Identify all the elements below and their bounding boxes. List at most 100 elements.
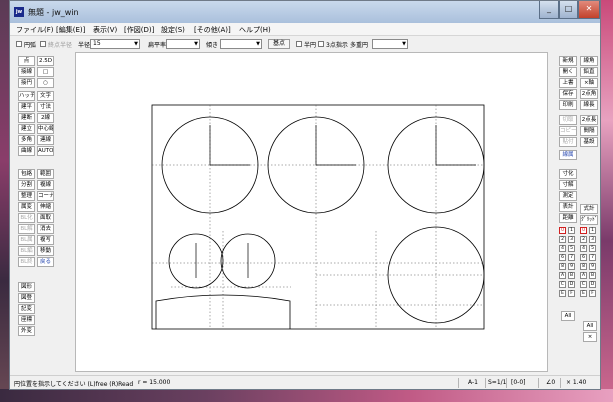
group-cell[interactable]: 4 [559,245,566,252]
group-cell[interactable]: A [559,272,566,279]
tool-button[interactable]: 戻る [37,257,54,267]
group-cell[interactable]: F [568,290,575,297]
tool-button[interactable]: 点 [18,56,35,66]
group-cell[interactable]: 9 [568,263,575,270]
tool-button[interactable]: 範囲 [37,169,54,179]
tool-button[interactable]: 図形 [18,282,35,292]
tool-button[interactable]: 距離 [559,213,577,223]
tool-button[interactable]: ○ [37,78,54,88]
tool-button[interactable]: 印刷 [559,100,577,110]
tool-button[interactable]: 開く [559,67,577,77]
tool-button[interactable]: 記変 [18,304,35,314]
tool-button[interactable]: BL編 [18,246,35,256]
layer-cell[interactable]: F [589,290,596,297]
tool-button[interactable]: 移動 [37,246,54,256]
tool-button[interactable]: 新規 [559,56,577,66]
tool-button[interactable]: 2点角 [580,89,598,99]
tool-button[interactable]: 線長 [580,100,598,110]
group-all-button[interactable]: All [561,311,575,321]
layer-cell[interactable]: A [580,272,587,279]
layer-cell[interactable]: 6 [580,254,587,261]
tool-button[interactable]: 基設 [580,137,598,147]
base-point-button[interactable]: 基点 [268,39,290,49]
end-radius-checkbox[interactable] [40,41,46,47]
tool-button[interactable]: 切取 [559,115,577,125]
tool-button[interactable]: 測定 [559,191,577,201]
close-button[interactable]: ✕ [578,1,600,19]
tool-button[interactable]: 包絡 [18,169,35,179]
menu-draw[interactable]: [作図(D)] [124,25,154,35]
tool-button[interactable]: 文字 [37,91,54,101]
layer-reset-button[interactable]: × [583,332,597,342]
tool-button[interactable]: 消去 [37,224,54,234]
multi-circle-combo[interactable]: ▼ [372,39,408,49]
group-cell[interactable]: 0 [559,227,566,234]
radius-combo[interactable]: 15 ▼ [90,39,140,49]
layer-cell[interactable]: B [589,272,596,279]
layer-cell[interactable]: E [580,290,587,297]
tool-button[interactable]: 整理 [18,191,35,201]
tool-button[interactable]: コーナー [37,191,54,201]
tool-button[interactable]: 建立 [18,124,35,134]
tool-button[interactable]: 外変 [18,326,35,336]
arc-checkbox[interactable] [16,41,22,47]
menu-other[interactable]: [その他(A)] [194,25,231,35]
tool-button[interactable]: 接線 [18,67,35,77]
layer-cell[interactable]: 8 [580,263,587,270]
tool-button[interactable]: 建平 [18,102,35,112]
minimize-button[interactable]: _ [539,1,559,19]
menu-view[interactable]: 表示(V) [93,25,117,35]
group-cell[interactable]: 6 [559,254,566,261]
tool-button[interactable]: 2線 [37,113,54,123]
group-cell[interactable]: B [568,272,575,279]
tool-button[interactable]: 上書 [559,78,577,88]
tool-button[interactable]: 属変 [18,202,35,212]
tool-button[interactable]: AUTO [37,146,54,156]
angle-readout[interactable]: ∠0 [546,379,555,386]
layer-cell[interactable]: 1 [589,227,596,234]
drawing-canvas[interactable] [75,52,548,372]
tool-button[interactable]: 多角 [18,135,35,145]
tool-button[interactable]: 図登 [18,293,35,303]
half-circle-checkbox[interactable] [296,41,302,47]
group-cell[interactable]: 7 [568,254,575,261]
menu-settings[interactable]: 設定(S) [161,25,185,35]
tool-button[interactable]: 曲線 [18,146,35,156]
tilt-combo[interactable]: ▼ [220,39,262,49]
tool-button[interactable]: 寸化 [559,169,577,179]
layer-all-button[interactable]: All [583,321,597,331]
layer-cell[interactable]: 5 [589,245,596,252]
tool-button[interactable]: BL化 [18,213,35,223]
tool-button[interactable]: 複写 [37,235,54,245]
tool-button[interactable]: 連線 [37,135,54,145]
layer-cell[interactable]: C [580,281,587,288]
tool-button[interactable]: 貼付 [559,137,577,147]
tool-button[interactable]: BL終 [18,257,35,267]
layer-cell[interactable]: D [589,281,596,288]
group-cell[interactable]: 1 [568,227,575,234]
menu-file[interactable]: ファイル(F) [16,25,54,35]
tool-button[interactable]: 表計 [559,202,577,212]
tool-button[interactable]: 分割 [18,180,35,190]
tool-button[interactable]: コピー [559,126,577,136]
tool-button[interactable]: 2点長 [580,115,598,125]
tool-button[interactable]: 線属 [559,150,577,160]
tool-button[interactable]: 保存 [559,89,577,99]
app-icon[interactable]: jw [14,7,24,17]
three-point-checkbox[interactable] [318,41,324,47]
tool-button[interactable]: 線角 [580,56,598,66]
group-cell[interactable]: 5 [568,245,575,252]
group-cell[interactable]: C [559,281,566,288]
group-cell[interactable]: 3 [568,236,575,243]
tool-button[interactable]: 建断 [18,113,35,123]
group-cell[interactable]: 2 [559,236,566,243]
menu-help[interactable]: ヘルプ(H) [239,25,271,35]
tool-button[interactable]: 複線 [37,180,54,190]
tool-button[interactable]: 座標 [18,315,35,325]
tool-button[interactable]: 中心線 [37,124,54,134]
tool-button[interactable]: ｸﾞﾘｯﾄﾞ [580,215,598,225]
layer-cell[interactable]: 4 [580,245,587,252]
maximize-button[interactable]: □ [559,1,578,19]
title-bar[interactable]: jw 無題 - jw_win _ □ ✕ [10,1,600,23]
menu-edit[interactable]: [編集(E)] [56,25,85,35]
